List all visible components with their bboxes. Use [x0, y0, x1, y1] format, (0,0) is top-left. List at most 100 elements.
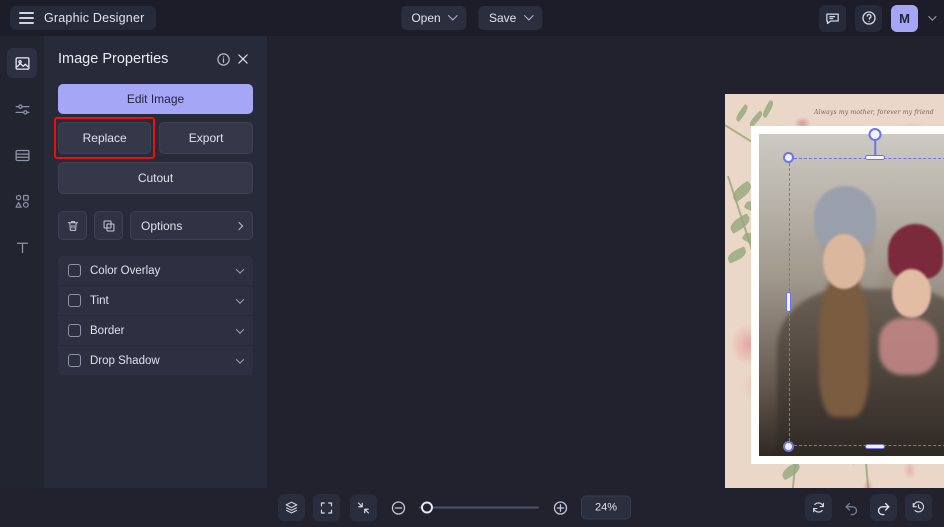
save-menu-label: Save: [489, 11, 516, 25]
card-top-text[interactable]: Always my mother, forever my friend: [725, 109, 944, 116]
layout-icon: [14, 147, 31, 164]
info-button[interactable]: [213, 49, 233, 69]
help-button[interactable]: [855, 5, 882, 32]
effect-row-tint[interactable]: Tint: [58, 286, 253, 316]
chevron-down-icon[interactable]: [236, 355, 244, 363]
history-button[interactable]: [905, 494, 932, 521]
sidebar-item-layouts[interactable]: [7, 140, 37, 170]
effect-label: Tint: [90, 295, 228, 307]
collapse-button[interactable]: [350, 494, 377, 521]
duplicate-icon: [102, 219, 116, 233]
history-icon: [911, 500, 926, 515]
undo-button[interactable]: [840, 497, 862, 519]
close-x-icon: [236, 52, 250, 66]
chevron-down-icon: [524, 10, 534, 20]
leaf: [780, 462, 802, 481]
effect-checkbox[interactable]: [68, 264, 81, 277]
chevron-down-icon[interactable]: [928, 12, 936, 20]
sidebar-item-text[interactable]: [7, 232, 37, 262]
comment-button[interactable]: [819, 5, 846, 32]
effect-row-color-overlay[interactable]: Color Overlay: [58, 256, 253, 286]
collapse-arrows-icon: [356, 500, 371, 515]
tool-rail: [0, 36, 44, 488]
leaf: [728, 213, 753, 234]
effect-row-border[interactable]: Border: [58, 316, 253, 346]
app-body: Image Properties Edit Image: [0, 36, 944, 488]
save-menu-button[interactable]: Save: [479, 6, 543, 30]
undo-icon: [843, 499, 860, 516]
layers-button[interactable]: [278, 494, 305, 521]
chevron-right-icon: [235, 221, 243, 229]
effect-label: Color Overlay: [90, 265, 228, 277]
panel-header: Image Properties: [58, 49, 253, 69]
sidebar-item-images[interactable]: [7, 48, 37, 78]
effect-row-drop-shadow[interactable]: Drop Shadow: [58, 346, 253, 375]
zoom-out-icon: [389, 499, 406, 516]
replace-button[interactable]: Replace: [58, 122, 151, 154]
info-circle-icon: [216, 52, 231, 67]
redo-button[interactable]: [870, 494, 897, 521]
help-circle-icon: [861, 10, 877, 26]
effect-label: Border: [90, 325, 228, 337]
photo-image: [759, 134, 944, 456]
top-right-actions: M: [819, 5, 934, 32]
history-controls: [805, 494, 932, 521]
zoom-slider[interactable]: [419, 501, 539, 515]
sidebar-item-adjustments[interactable]: [7, 94, 37, 124]
comment-icon: [825, 11, 840, 26]
open-menu-label: Open: [411, 11, 440, 25]
export-button[interactable]: Export: [159, 122, 253, 154]
fit-screen-icon: [319, 500, 334, 515]
top-bar: Graphic Designer Open Save: [0, 0, 944, 36]
app-menu-button[interactable]: Graphic Designer: [10, 6, 156, 30]
image-properties-panel: Image Properties Edit Image: [44, 36, 268, 488]
text-t-icon: [14, 239, 31, 256]
photo-frame[interactable]: [751, 126, 944, 464]
hamburger-icon: [19, 12, 34, 24]
object-tools-row: Options: [58, 211, 253, 240]
chevron-down-icon[interactable]: [236, 295, 244, 303]
chevron-down-icon[interactable]: [236, 265, 244, 273]
chevron-down-icon: [448, 10, 458, 20]
sidebar-item-shapes[interactable]: [7, 186, 37, 216]
app-title: Graphic Designer: [44, 11, 144, 25]
shapes-icon: [14, 193, 31, 210]
app-root: Graphic Designer Open Save: [0, 0, 944, 527]
zoom-out-button[interactable]: [387, 497, 409, 519]
effect-label: Drop Shadow: [90, 355, 228, 367]
trash-icon: [66, 219, 80, 233]
cutout-button[interactable]: Cutout: [58, 162, 253, 194]
canvas-area[interactable]: Always my mother, forever my friend Happ…: [268, 36, 944, 488]
effects-list: Color Overlay Tint Border Drop Shadow: [58, 256, 253, 375]
effect-checkbox[interactable]: [68, 324, 81, 337]
layers-icon: [284, 500, 299, 515]
replace-button-wrapper: Replace: [58, 122, 151, 154]
leaf: [726, 246, 748, 263]
sliders-icon: [14, 101, 31, 118]
zoom-slider-knob[interactable]: [421, 502, 433, 514]
chevron-down-icon[interactable]: [236, 325, 244, 333]
edit-image-button[interactable]: Edit Image: [58, 84, 253, 114]
options-label: Options: [141, 219, 182, 233]
options-button[interactable]: Options: [130, 211, 253, 240]
zoom-slider-track: [419, 507, 539, 509]
zoom-controls: 24%: [313, 494, 631, 521]
reset-button[interactable]: [805, 494, 832, 521]
avatar[interactable]: M: [891, 5, 918, 32]
zoom-level-value[interactable]: 24%: [581, 496, 631, 520]
effect-checkbox[interactable]: [68, 354, 81, 367]
top-center-menus: Open Save: [401, 6, 542, 30]
zoom-in-icon: [551, 499, 568, 516]
replace-export-row: Replace Export: [58, 122, 253, 154]
redo-icon: [875, 499, 892, 516]
duplicate-button[interactable]: [94, 211, 123, 240]
delete-button[interactable]: [58, 211, 87, 240]
zoom-in-button[interactable]: [549, 497, 571, 519]
refresh-icon: [811, 500, 826, 515]
design-card[interactable]: Always my mother, forever my friend Happ…: [725, 94, 944, 512]
page-title: Image Properties: [58, 51, 213, 67]
effect-checkbox[interactable]: [68, 294, 81, 307]
open-menu-button[interactable]: Open: [401, 6, 466, 30]
close-panel-button[interactable]: [233, 49, 253, 69]
fit-screen-button[interactable]: [313, 494, 340, 521]
